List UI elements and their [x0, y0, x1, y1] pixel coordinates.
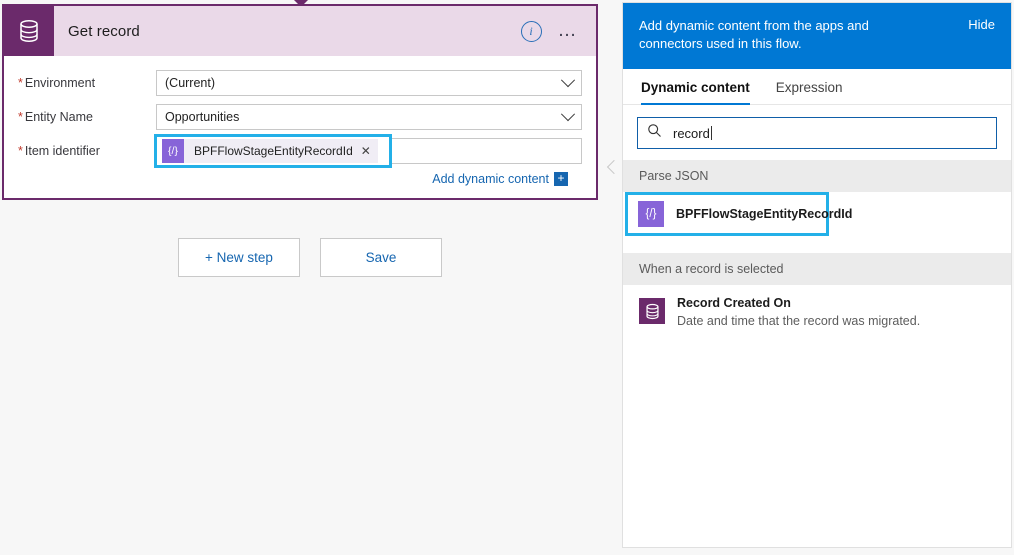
expression-icon: {/} — [162, 139, 184, 163]
database-icon — [639, 298, 665, 324]
dynamic-content-panel-header: Add dynamic content from the apps and co… — [623, 3, 1011, 69]
field-label-item-identifier: *Item identifier — [18, 144, 156, 158]
section-header-when-a-record-is-selected: When a record is selected — [623, 253, 1011, 285]
search-icon — [647, 123, 662, 143]
database-icon — [4, 6, 54, 56]
dynamic-content-item-description: Date and time that the record was migrat… — [677, 314, 920, 328]
section-header-parse-json: Parse JSON — [623, 160, 1011, 192]
action-card-header[interactable]: Get record i … — [4, 6, 596, 56]
dynamic-content-panel: Add dynamic content from the apps and co… — [622, 2, 1012, 548]
field-label-entity-name: *Entity Name — [18, 110, 156, 124]
chevron-left-icon[interactable] — [606, 150, 622, 184]
entity-name-dropdown[interactable]: Opportunities — [156, 104, 582, 130]
entity-name-value: Opportunities — [165, 110, 239, 124]
required-asterisk: * — [18, 110, 23, 124]
form-row-environment: *Environment (Current) — [18, 66, 582, 100]
chevron-left-glyph — [607, 160, 621, 174]
search-input[interactable]: record — [637, 117, 997, 149]
item-identifier-token-highlight: {/} BPFFlowStageEntityRecordId ✕ — [154, 134, 392, 168]
panel-header-text: Add dynamic content from the apps and co… — [639, 17, 904, 53]
dynamic-content-item-record-created-on[interactable]: Record Created On Date and time that the… — [623, 285, 1011, 337]
required-asterisk: * — [18, 76, 23, 90]
form-row-item-identifier: *Item identifier {/} BPFFlowStageEntityR… — [18, 134, 582, 168]
required-asterisk: * — [18, 144, 23, 158]
action-card-title: Get record — [68, 23, 140, 40]
chevron-down-icon — [561, 73, 575, 87]
action-card-body: *Environment (Current) *Entity Name Oppo… — [4, 56, 596, 186]
tab-dynamic-content[interactable]: Dynamic content — [641, 80, 750, 105]
close-icon[interactable]: ✕ — [361, 145, 371, 157]
tab-expression[interactable]: Expression — [776, 80, 843, 105]
action-card-header-actions: i … — [521, 21, 597, 42]
add-dynamic-content-row: Add dynamic content + — [18, 168, 582, 186]
action-card-get-record: Get record i … *Environment (Current) — [2, 4, 598, 200]
flow-designer-canvas: Get record i … *Environment (Current) — [0, 0, 620, 555]
add-dynamic-content-link[interactable]: Add dynamic content — [432, 172, 549, 186]
dynamic-content-list[interactable]: Parse JSON {/} BPFFlowStageEntityRecordI… — [623, 160, 1011, 547]
dynamic-content-item-text: Record Created On Date and time that the… — [677, 294, 920, 328]
dynamic-content-item-title: BPFFlowStageEntityRecordId — [676, 207, 852, 221]
search-input-value: record — [673, 126, 710, 141]
ellipsis-icon[interactable]: … — [558, 27, 579, 35]
text-cursor — [711, 126, 712, 140]
search-container: record — [623, 105, 1011, 160]
environment-value: (Current) — [165, 76, 215, 90]
dynamic-content-token[interactable]: {/} BPFFlowStageEntityRecordId ✕ — [162, 139, 378, 163]
environment-dropdown[interactable]: (Current) — [156, 70, 582, 96]
new-step-button[interactable]: + New step — [178, 238, 300, 277]
panel-tabs: Dynamic content Expression — [623, 69, 1011, 105]
item-identifier-input[interactable]: {/} BPFFlowStageEntityRecordId ✕ — [156, 138, 582, 164]
field-label-environment: *Environment — [18, 76, 156, 90]
info-icon[interactable]: i — [521, 21, 542, 42]
form-row-entity-name: *Entity Name Opportunities — [18, 100, 582, 134]
flow-action-buttons: + New step Save — [0, 238, 620, 277]
dynamic-content-item-text: BPFFlowStageEntityRecordId — [676, 205, 816, 223]
chevron-down-icon — [561, 107, 575, 121]
token-label: BPFFlowStageEntityRecordId — [184, 144, 361, 158]
dynamic-content-item-title: Record Created On — [677, 296, 791, 310]
save-button[interactable]: Save — [320, 238, 442, 277]
plus-badge-icon[interactable]: + — [554, 172, 568, 186]
hide-panel-link[interactable]: Hide — [968, 17, 995, 32]
dynamic-content-item-bpfflowstageentityrecordid[interactable]: {/} BPFFlowStageEntityRecordId — [625, 192, 829, 236]
expression-icon: {/} — [638, 201, 664, 227]
